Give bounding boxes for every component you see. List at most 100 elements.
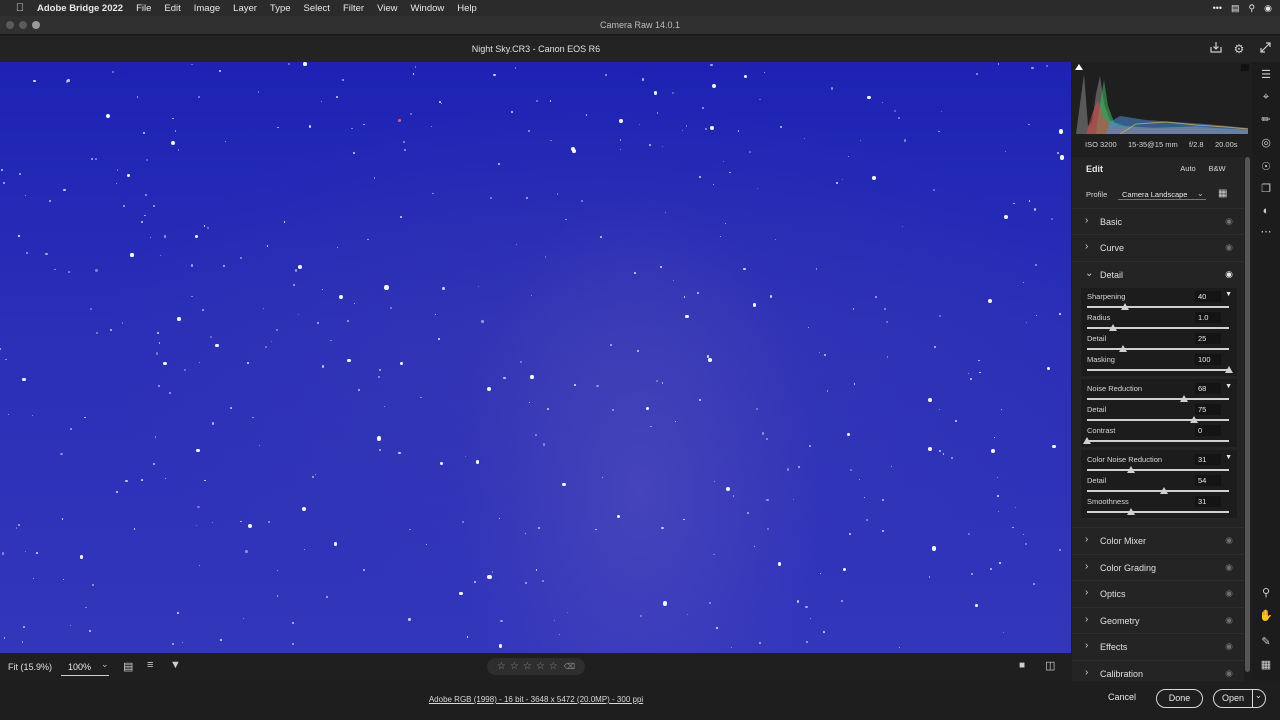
healing-icon[interactable]: ✏ bbox=[1258, 112, 1274, 128]
cancel-button[interactable]: Cancel bbox=[1098, 689, 1146, 708]
slider-thumb[interactable] bbox=[1127, 508, 1136, 515]
slider-value-input[interactable]: 1.0 bbox=[1195, 312, 1221, 323]
eye-icon[interactable]: ◉ bbox=[1225, 269, 1233, 280]
slider-track[interactable] bbox=[1087, 490, 1229, 492]
save-icon[interactable] bbox=[1208, 41, 1224, 57]
fullscreen-icon[interactable] bbox=[1257, 41, 1273, 57]
zoom-level-select[interactable]: 100% ⌄ bbox=[61, 657, 109, 676]
slider-value-input[interactable]: 0 bbox=[1195, 425, 1221, 436]
slider-thumb[interactable] bbox=[1118, 345, 1127, 352]
apple-icon[interactable]:  bbox=[13, 2, 27, 14]
slider-track[interactable] bbox=[1087, 419, 1229, 421]
disclosure-triangle-icon[interactable]: ▼ bbox=[1225, 291, 1232, 298]
slider-track[interactable] bbox=[1087, 398, 1229, 400]
more-menu-icon[interactable]: ••• bbox=[1213, 3, 1222, 13]
more-icon[interactable]: ⋯ bbox=[1258, 224, 1274, 240]
slider-thumb[interactable] bbox=[1225, 366, 1233, 373]
grid-icon[interactable]: ▦ bbox=[1258, 657, 1274, 673]
profile-browser-icon[interactable]: ▦ bbox=[1218, 188, 1227, 199]
eye-icon[interactable]: ◉ bbox=[1225, 588, 1233, 599]
screen-icon[interactable]: ▤ bbox=[1231, 3, 1240, 14]
fit-zoom-button[interactable]: Fit (15.9%) bbox=[8, 662, 52, 672]
slider-track[interactable] bbox=[1087, 369, 1229, 371]
workflow-options-link[interactable]: Adobe RGB (1998) - 16 bit - 3648 x 5472 … bbox=[0, 695, 1072, 704]
eye-icon[interactable]: ◉ bbox=[1225, 641, 1233, 652]
menu-window[interactable]: Window bbox=[410, 3, 444, 14]
sampler-icon[interactable]: ✎ bbox=[1258, 634, 1274, 650]
star-icon[interactable]: ☆ bbox=[523, 661, 532, 672]
slider-value-input[interactable]: 100 bbox=[1195, 354, 1221, 365]
menu-file[interactable]: File bbox=[136, 3, 151, 14]
slider-thumb[interactable] bbox=[1179, 395, 1188, 402]
before-after-icon[interactable]: ◫ bbox=[1045, 659, 1055, 672]
slider-value-input[interactable]: 54 bbox=[1195, 475, 1221, 486]
section-4[interactable]: › Color Grading ◉ bbox=[1072, 554, 1244, 580]
eye-icon[interactable]: ◉ bbox=[1225, 615, 1233, 626]
photo-preview[interactable] bbox=[0, 62, 1071, 653]
slider-value-input[interactable]: 31 bbox=[1195, 496, 1221, 507]
slider-thumb[interactable] bbox=[1127, 466, 1136, 473]
star-icon[interactable]: ☆ bbox=[510, 661, 519, 672]
eye-icon[interactable]: ◉ bbox=[1225, 535, 1233, 546]
red-eye-icon[interactable]: ☉ bbox=[1258, 159, 1274, 175]
disclosure-triangle-icon[interactable]: ▼ bbox=[1225, 383, 1232, 390]
menu-filter[interactable]: Filter bbox=[343, 3, 364, 14]
shadow-clipping-icon[interactable] bbox=[1075, 64, 1083, 70]
slider-track[interactable] bbox=[1087, 469, 1229, 471]
section-3[interactable]: › Color Mixer ◉ bbox=[1072, 527, 1244, 553]
disclosure-triangle-icon[interactable]: ▼ bbox=[1225, 454, 1232, 461]
section-detail[interactable]: ⌄ Detail ◉ bbox=[1072, 261, 1244, 287]
auto-button[interactable]: Auto bbox=[1176, 162, 1200, 175]
star-icon[interactable]: ☆ bbox=[497, 661, 506, 672]
slider-thumb[interactable] bbox=[1121, 303, 1130, 310]
slider-thumb[interactable] bbox=[1108, 324, 1117, 331]
rating-stars[interactable]: ☆ ☆ ☆ ☆ ☆ ⌫ bbox=[487, 658, 585, 675]
section-6[interactable]: › Geometry ◉ bbox=[1072, 607, 1244, 633]
slider-value-input[interactable]: 68 bbox=[1195, 383, 1221, 394]
eye-icon[interactable]: ◉ bbox=[1225, 668, 1233, 679]
menu-image[interactable]: Image bbox=[194, 3, 220, 14]
search-icon[interactable]: ⚲ bbox=[1249, 3, 1256, 14]
open-button[interactable]: Open bbox=[1214, 690, 1252, 707]
hand-icon[interactable]: ✋ bbox=[1258, 608, 1274, 624]
control-center-icon[interactable]: ◉ bbox=[1264, 3, 1272, 14]
menu-type[interactable]: Type bbox=[270, 3, 291, 14]
eye-icon[interactable]: ◉ bbox=[1225, 216, 1233, 227]
section-1[interactable]: › Curve ◉ bbox=[1072, 234, 1244, 260]
slider-track[interactable] bbox=[1087, 511, 1229, 513]
slider-value-input[interactable]: 25 bbox=[1195, 333, 1221, 344]
edit-sliders-icon[interactable]: ☰ bbox=[1258, 67, 1274, 83]
bw-button[interactable]: B&W bbox=[1205, 162, 1229, 175]
menu-select[interactable]: Select bbox=[304, 3, 330, 14]
profile-select[interactable]: Camera Landscape ⌄ bbox=[1118, 186, 1206, 200]
star-icon[interactable]: ☆ bbox=[549, 661, 558, 672]
menu-edit[interactable]: Edit bbox=[164, 3, 180, 14]
section-5[interactable]: › Optics ◉ bbox=[1072, 580, 1244, 606]
slider-value-input[interactable]: 31 bbox=[1195, 454, 1221, 465]
panel-scrollbar[interactable] bbox=[1245, 157, 1250, 672]
slider-thumb[interactable] bbox=[1083, 437, 1091, 444]
eye-icon[interactable]: ◉ bbox=[1225, 242, 1233, 253]
compare-view-icon[interactable]: ▤ bbox=[123, 660, 133, 673]
menu-help[interactable]: Help bbox=[457, 3, 477, 14]
slider-thumb[interactable] bbox=[1189, 416, 1198, 423]
slider-track[interactable] bbox=[1087, 306, 1229, 308]
gear-icon[interactable]: ⚙ bbox=[1231, 41, 1247, 57]
presets-icon[interactable]: ◐ bbox=[1258, 203, 1274, 219]
single-view-icon[interactable]: ■ bbox=[1019, 660, 1025, 671]
slider-value-input[interactable]: 75 bbox=[1195, 404, 1221, 415]
menu-layer[interactable]: Layer bbox=[233, 3, 257, 14]
masking-icon[interactable]: ◎ bbox=[1258, 135, 1274, 151]
chevron-down-icon[interactable]: ⌄ bbox=[1255, 691, 1262, 700]
filter-icon[interactable]: ▼ bbox=[170, 659, 181, 671]
slider-track[interactable] bbox=[1087, 348, 1229, 350]
trash-icon[interactable]: ⌫ bbox=[564, 662, 575, 671]
slider-thumb[interactable] bbox=[1159, 487, 1168, 494]
snapshots-icon[interactable]: ❐ bbox=[1258, 181, 1274, 197]
slider-value-input[interactable]: 40 bbox=[1195, 291, 1221, 302]
app-menu[interactable]: Adobe Bridge 2022 bbox=[37, 3, 123, 14]
eye-icon[interactable]: ◉ bbox=[1225, 562, 1233, 573]
crop-icon[interactable]: ⌖ bbox=[1258, 89, 1274, 105]
slider-track[interactable] bbox=[1087, 440, 1229, 442]
menu-view[interactable]: View bbox=[377, 3, 397, 14]
